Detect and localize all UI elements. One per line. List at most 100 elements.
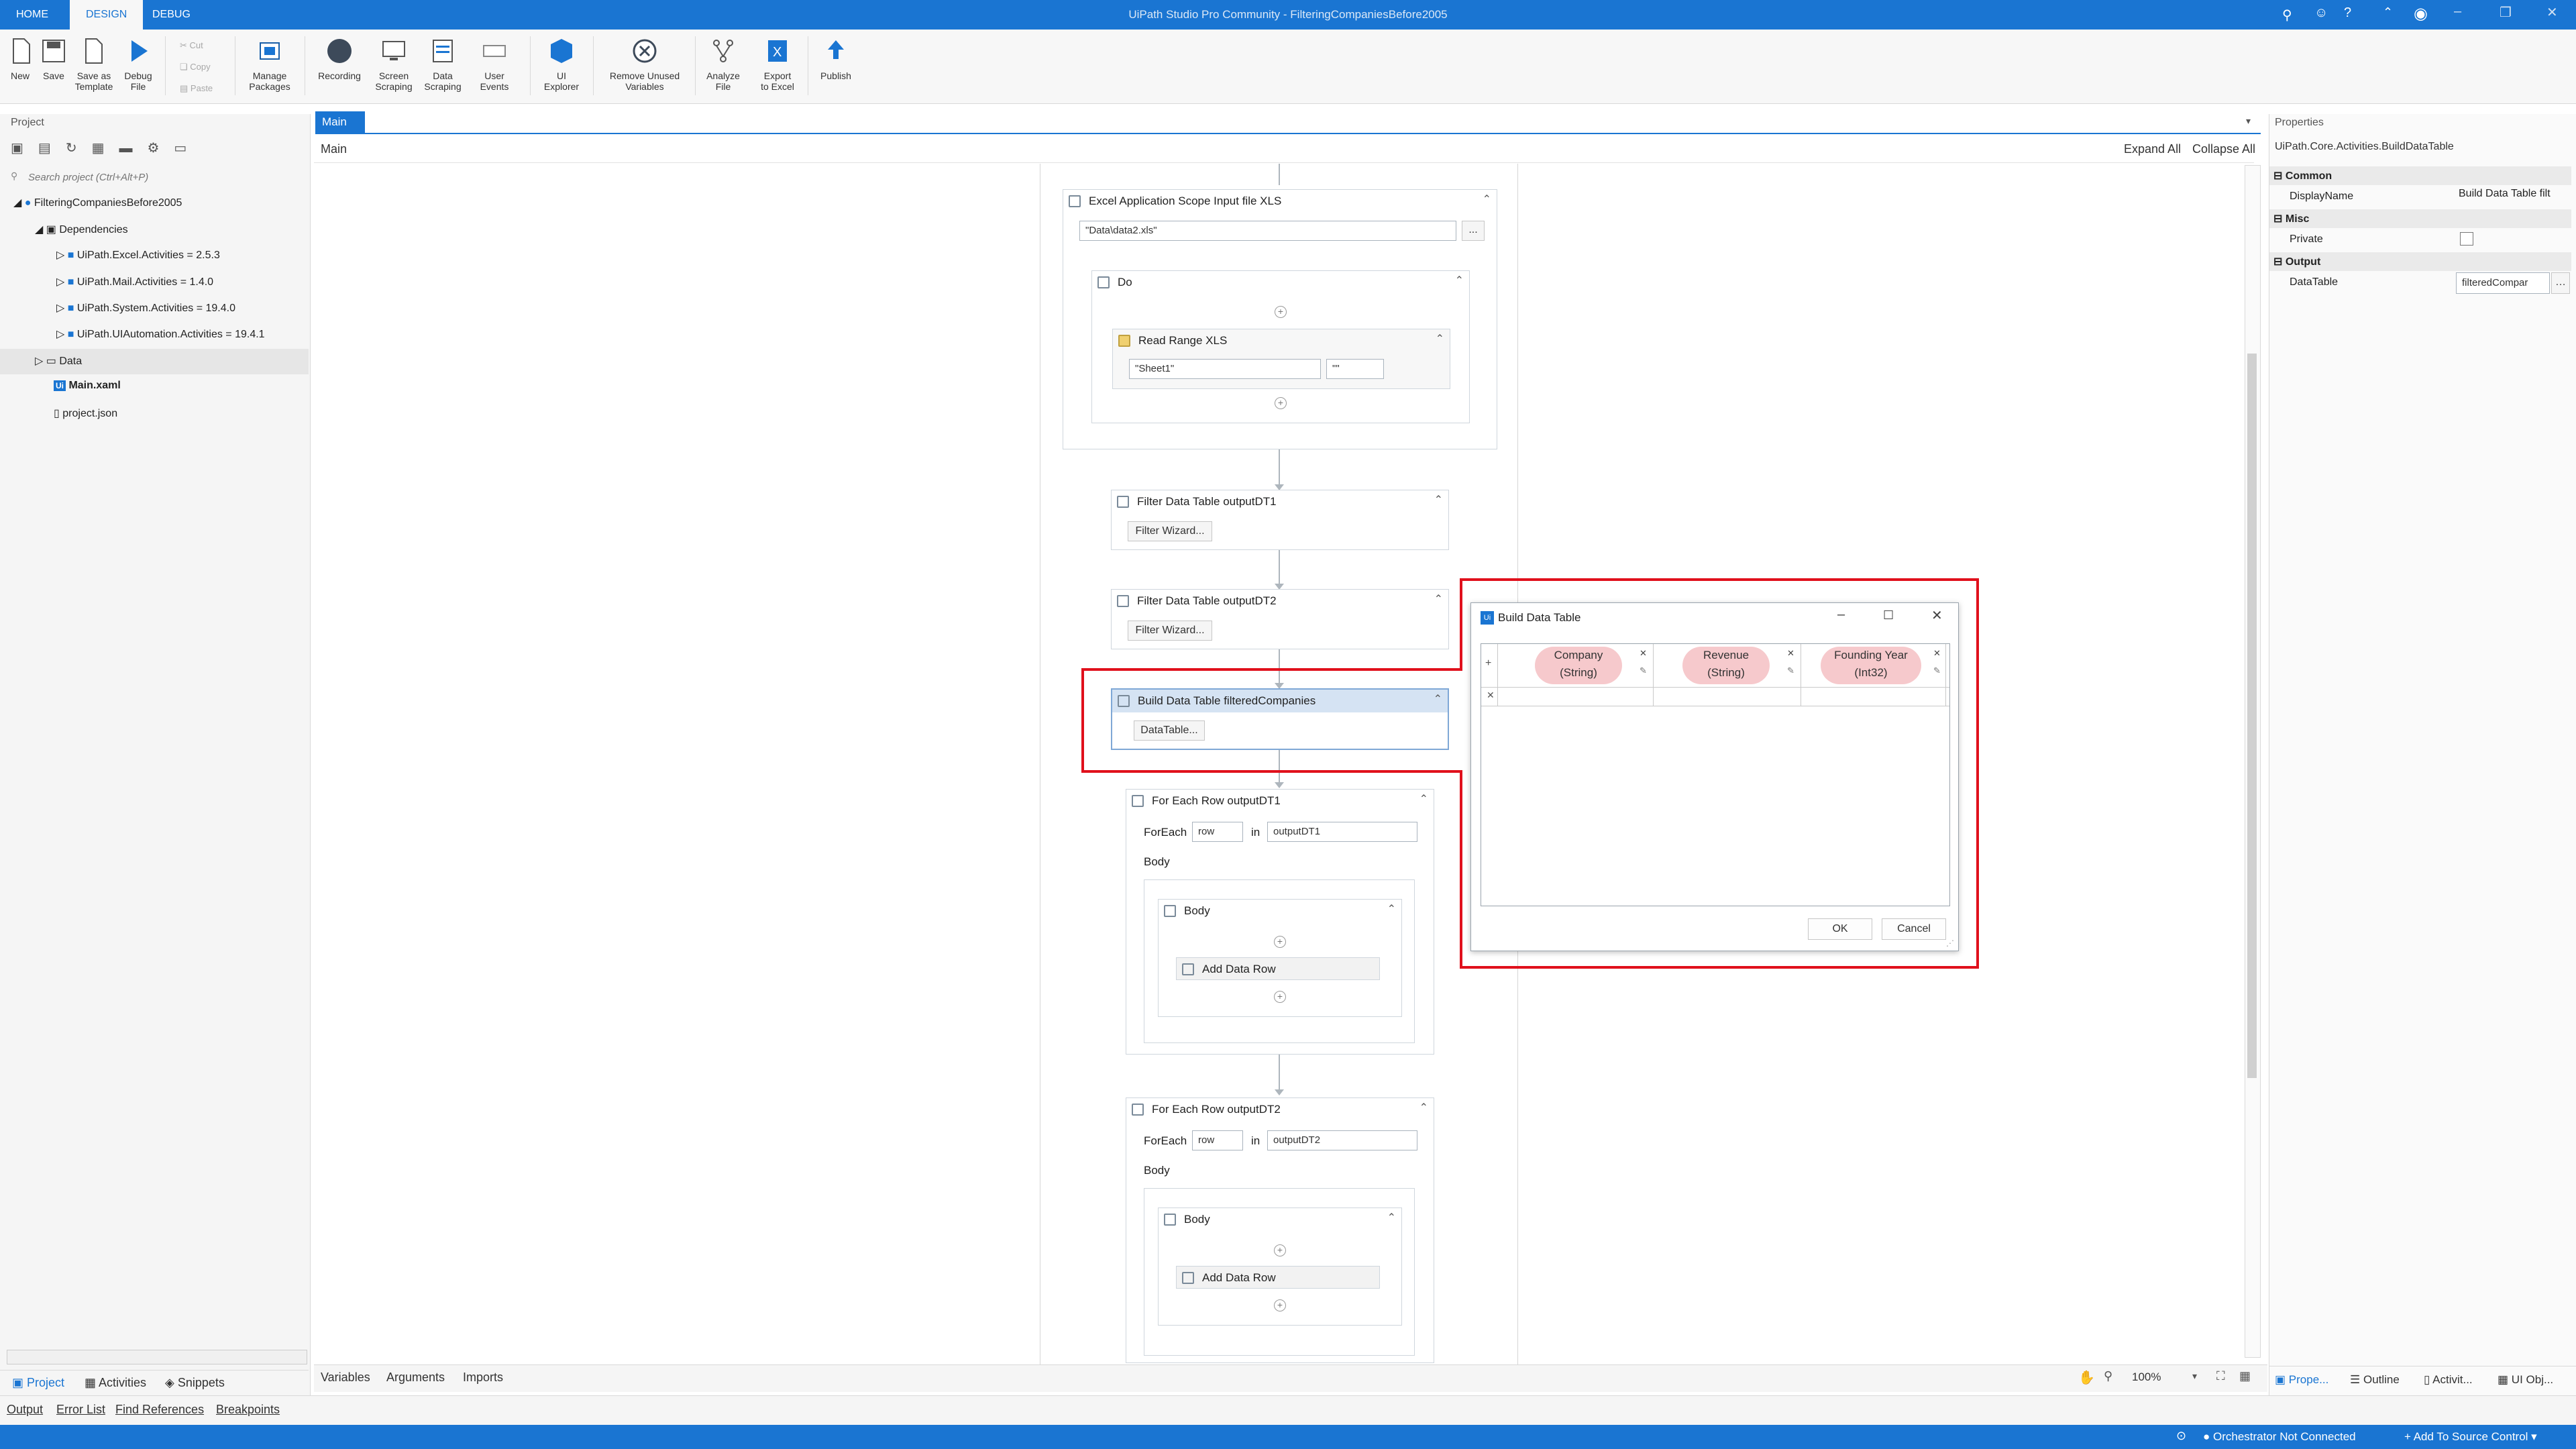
add-activity-icon[interactable]: + [1274, 936, 1286, 948]
collection-input[interactable]: outputDT2 [1267, 1130, 1417, 1150]
expand-all-link[interactable]: Expand All [2124, 142, 2181, 156]
export-excel-button[interactable]: X Export to Excel [755, 36, 800, 92]
image-icon[interactable]: ▭ [174, 141, 201, 156]
grid-empty-row[interactable] [1481, 687, 1949, 706]
orchestrator-status[interactable]: ● Orchestrator Not Connected [2203, 1430, 2356, 1444]
copy-button[interactable]: ❏ Copy [180, 62, 211, 72]
excel-application-scope[interactable]: Excel Application Scope Input file XLS ⌃… [1063, 189, 1497, 449]
add-column-icon[interactable]: + [1485, 657, 1491, 669]
add-data-row-activity[interactable]: Add Data Row [1176, 957, 1380, 980]
cancel-button[interactable]: Cancel [1882, 918, 1946, 940]
zoom-level[interactable]: 100% [2132, 1371, 2161, 1384]
ui-explorer-button[interactable]: UI Explorer [538, 36, 585, 92]
resize-grip-icon[interactable]: ⋰ [1946, 938, 1954, 948]
zoom-icon[interactable]: ⚲ [2104, 1369, 2112, 1383]
canvas-vscrollbar[interactable] [2245, 165, 2261, 1358]
delete-column-icon[interactable]: ✕ [1787, 648, 1794, 659]
document-tab-main[interactable]: Main ✕ [315, 111, 365, 150]
show-files-icon[interactable]: ▦ [92, 141, 119, 156]
read-range-activity[interactable]: Read Range XLS ⌃ "Sheet1" "" [1112, 329, 1450, 389]
tree-root[interactable]: ◢ ● FilteringCompaniesBefore2005 [13, 196, 182, 209]
paste-button[interactable]: ▤ Paste [180, 83, 213, 94]
range-input[interactable]: "" [1326, 359, 1384, 379]
tree-data-folder[interactable]: ▷ ▭ Data [35, 354, 82, 368]
sheet-name-input[interactable]: "Sheet1" [1129, 359, 1321, 379]
edit-column-icon[interactable]: ✎ [1933, 665, 1941, 676]
tab-snippets[interactable]: ◈ Snippets [165, 1376, 225, 1390]
source-control-button[interactable]: + Add To Source Control ▾ [2404, 1430, 2537, 1444]
manage-packages-button[interactable]: Manage Packages [244, 36, 295, 92]
expand-icon[interactable]: ▣ [11, 141, 38, 156]
for-each-row-1[interactable]: For Each Row outputDT1 ⌃ ForEach row in … [1126, 789, 1434, 1055]
add-activity-icon[interactable]: + [1275, 397, 1287, 409]
body-sequence[interactable]: Body ⌃ + Add Data Row + [1158, 899, 1402, 1017]
save-template-button[interactable]: Save as Template [72, 36, 115, 92]
recording-button[interactable]: Recording [313, 36, 366, 81]
save-button[interactable]: Save [39, 36, 68, 81]
new-button[interactable]: New [7, 36, 34, 81]
dialog-minimize-icon[interactable]: – [1837, 607, 1845, 623]
overview-icon[interactable]: ▦ [2239, 1369, 2251, 1383]
add-activity-icon[interactable]: + [1274, 1244, 1286, 1256]
notification-icon[interactable]: ⊙ [2176, 1429, 2186, 1443]
collapse-icon[interactable]: ⌃ [1419, 1101, 1428, 1114]
collapse-icon[interactable]: ▤ [38, 141, 66, 156]
feedback-icon[interactable]: ☺ [2314, 5, 2328, 21]
minimize-icon[interactable]: – [2454, 4, 2461, 19]
private-checkbox[interactable] [2460, 232, 2473, 246]
displayname-value[interactable]: Build Data Table filt [2459, 188, 2570, 200]
breadcrumb[interactable]: Main [321, 142, 347, 156]
delete-row-icon[interactable]: ✕ [1487, 690, 1495, 701]
collapse-all-link[interactable]: Collapse All [2192, 142, 2255, 156]
column-header-company[interactable]: Company (String) [1535, 647, 1622, 684]
tab-project[interactable]: ▣ Project [12, 1376, 64, 1390]
output-tab[interactable]: Output [7, 1403, 43, 1417]
datatable-browse-button[interactable]: … [2551, 272, 2570, 294]
tree-main-xaml[interactable]: Ui Main.xaml [54, 380, 121, 392]
column-header-revenue[interactable]: Revenue (String) [1682, 647, 1770, 684]
tab-activities-right[interactable]: ▯ Activit... [2424, 1373, 2473, 1387]
delete-column-icon[interactable]: ✕ [1933, 648, 1941, 659]
variables-tab[interactable]: Variables [321, 1371, 370, 1385]
datatable-value-input[interactable]: filteredCompar [2456, 272, 2550, 294]
fit-screen-icon[interactable]: ⛶ [2216, 1369, 2225, 1383]
analyze-file-button[interactable]: Analyze File [702, 36, 745, 92]
tab-outline[interactable]: ☰ Outline [2350, 1373, 2400, 1387]
tab-properties[interactable]: ▣ Prope... [2275, 1373, 2328, 1387]
imports-tab[interactable]: Imports [463, 1371, 503, 1385]
user-events-button[interactable]: User Events [471, 36, 518, 92]
tab-ui-objects[interactable]: ▦ UI Obj... [2498, 1373, 2553, 1387]
tree-project-json[interactable]: ▯ project.json [54, 407, 117, 420]
dialog-maximize-icon[interactable]: ☐ [1883, 608, 1894, 623]
for-each-row-2[interactable]: For Each Row outputDT2 ⌃ ForEach row in … [1126, 1097, 1434, 1363]
workbook-path-input[interactable]: "Data\data2.xls" [1079, 221, 1456, 241]
category-misc[interactable] [2269, 209, 2571, 228]
project-scrollbar[interactable] [7, 1350, 307, 1364]
breakpoints-tab[interactable]: Breakpoints [216, 1403, 280, 1417]
tree-dependencies[interactable]: ◢ ▣ Dependencies [35, 223, 128, 236]
debug-button[interactable]: Debug File [119, 36, 157, 92]
collapse-icon[interactable]: ⌃ [1387, 902, 1396, 916]
filter-wizard-button[interactable]: Filter Wizard... [1128, 521, 1212, 541]
add-data-row-activity[interactable]: Add Data Row [1176, 1266, 1380, 1289]
dialog-close-icon[interactable]: ✕ [1931, 607, 1943, 624]
collapse-icon[interactable]: ⌃ [1436, 332, 1444, 345]
tree-dep-uiautomation[interactable]: ▷ ■ UiPath.UIAutomation.Activities = 19.… [56, 327, 265, 341]
folder-icon[interactable]: ▬ [119, 141, 147, 156]
collapse-icon[interactable]: ⌃ [1483, 193, 1491, 206]
project-search[interactable]: ⚲ [8, 168, 303, 186]
remove-unused-button[interactable]: Remove Unused Variables [601, 36, 688, 92]
error-list-tab[interactable]: Error List [56, 1403, 105, 1417]
tree-dep-mail[interactable]: ▷ ■ UiPath.Mail.Activities = 1.4.0 [56, 275, 213, 288]
item-variable-input[interactable]: row [1192, 822, 1243, 842]
add-activity-icon[interactable]: + [1274, 1299, 1286, 1311]
collapse-icon[interactable]: ⌃ [1387, 1211, 1396, 1224]
edit-column-icon[interactable]: ✎ [1787, 665, 1794, 676]
filter-data-table-1[interactable]: Filter Data Table outputDT1 ⌃ Filter Wiz… [1111, 490, 1449, 550]
collapse-icon[interactable]: ⌃ [1419, 792, 1428, 806]
add-activity-icon[interactable]: + [1274, 991, 1286, 1003]
item-variable-input[interactable]: row [1192, 1130, 1243, 1150]
pan-hand-icon[interactable]: ✋ [2078, 1369, 2095, 1386]
add-activity-icon[interactable]: + [1275, 306, 1287, 318]
user-icon[interactable]: ◉ [2414, 4, 2428, 23]
